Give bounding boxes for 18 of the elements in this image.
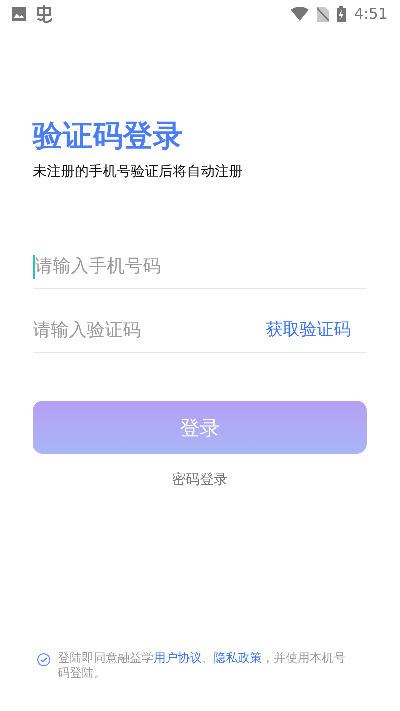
code-input-field[interactable]: 请输入验证码 [33, 317, 266, 344]
login-button[interactable]: 登录 [33, 401, 367, 454]
agreement-checkbox[interactable] [37, 653, 51, 667]
page-title: 验证码登录 [33, 118, 183, 156]
privacy-policy-link[interactable]: 隐私政策 [214, 651, 262, 665]
image-icon [12, 7, 26, 21]
phone-input-field[interactable]: 请输入手机号码 [35, 253, 367, 280]
bug-icon [36, 4, 54, 24]
wifi-icon [291, 7, 310, 21]
user-agreement-link[interactable]: 用户协议 [154, 651, 202, 665]
agreement-text: 登陆即同意融益学用户协议、隐私政策，并使用本机号码登陆。 [58, 651, 346, 681]
password-login-link[interactable]: 密码登录 [172, 470, 228, 491]
text-cursor [33, 254, 35, 278]
status-time: 4:51 [354, 4, 388, 25]
subtitle: 未注册的手机号验证后将自动注册 [33, 163, 243, 182]
no-sim-icon [317, 6, 330, 22]
get-code-button[interactable]: 获取验证码 [266, 318, 351, 344]
battery-icon [337, 6, 346, 22]
